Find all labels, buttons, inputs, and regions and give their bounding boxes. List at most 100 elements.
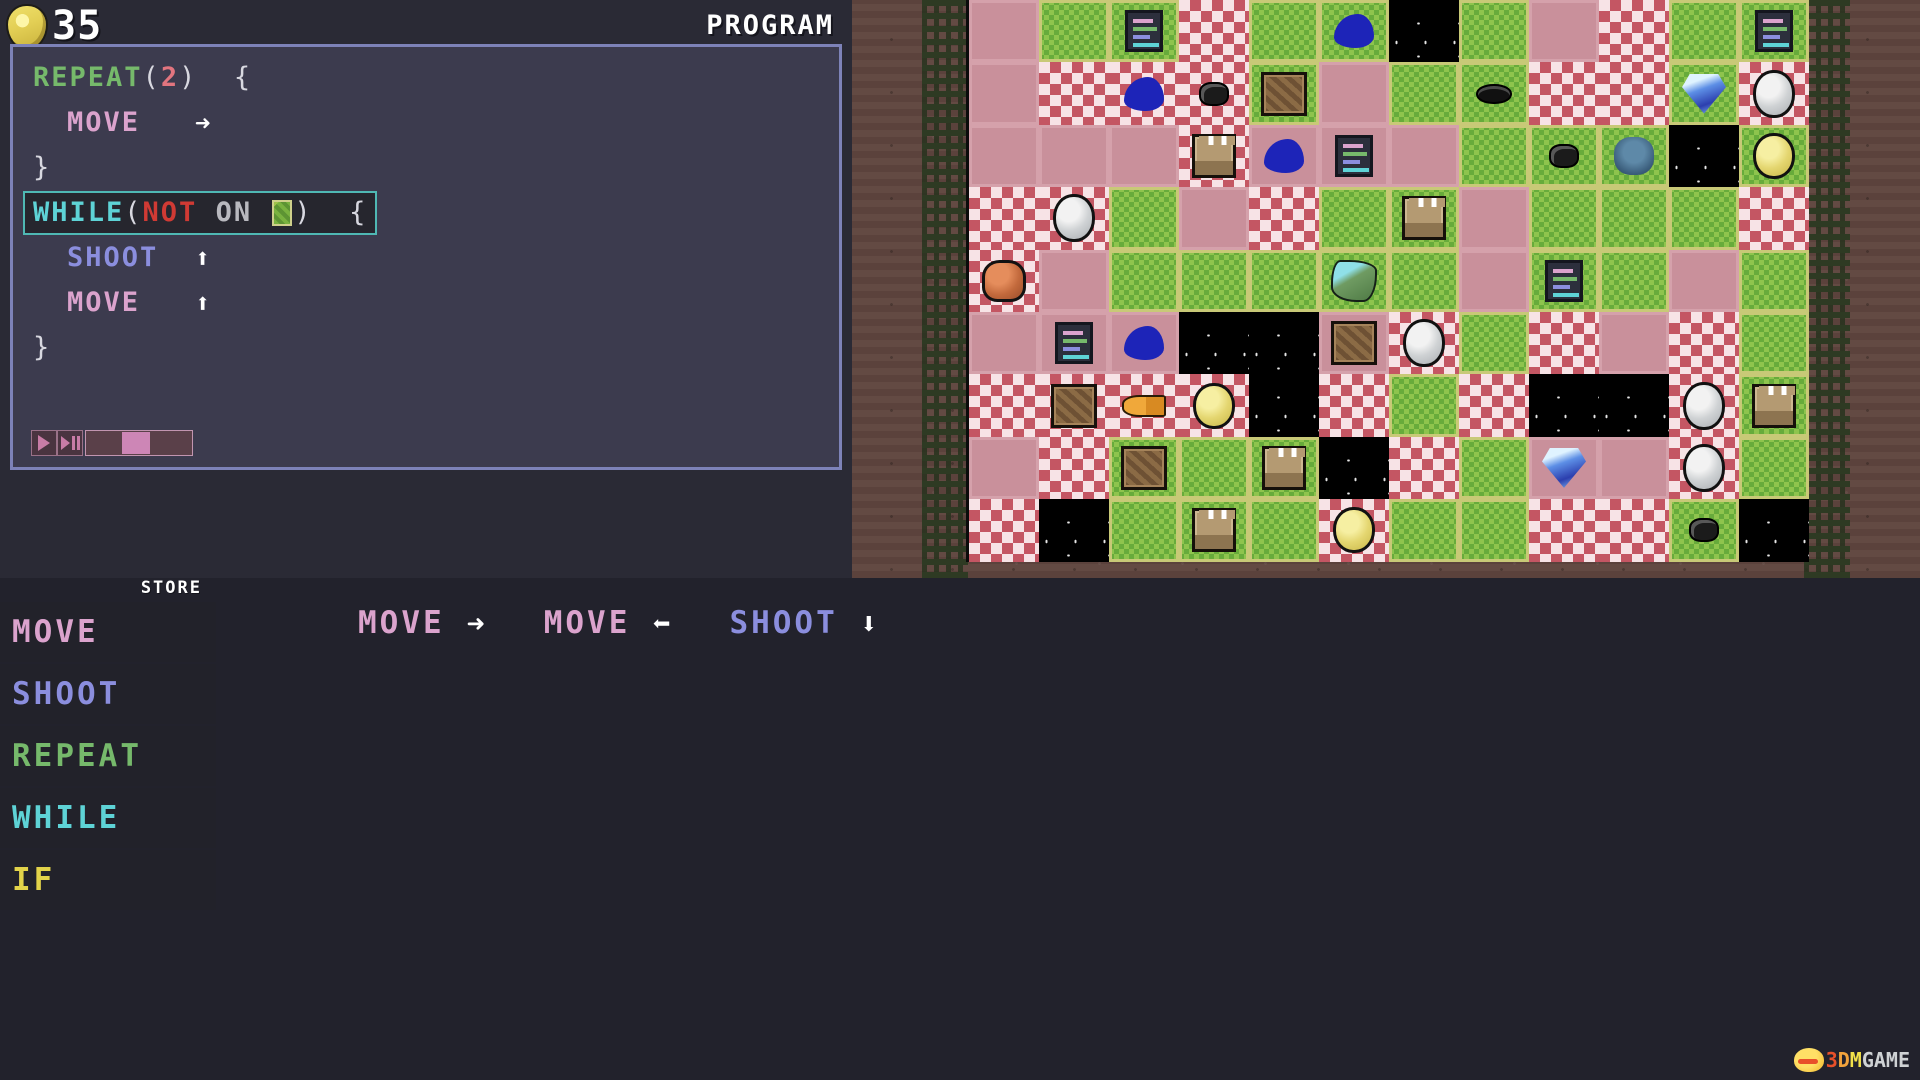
board-cell-checker-tile[interactable] — [969, 374, 1039, 437]
board-cell-grass-tile[interactable] — [1739, 374, 1809, 437]
board-cell-checker-tile[interactable] — [1599, 0, 1669, 63]
store-item-repeat[interactable]: REPEAT — [0, 726, 216, 786]
board-cell-space-tile[interactable] — [1529, 374, 1599, 438]
board-cell-plain-tile[interactable] — [969, 311, 1039, 375]
board-cell-plain-tile[interactable] — [969, 436, 1039, 500]
board-cell-plain-tile[interactable] — [1109, 311, 1179, 375]
board-cell-plain-tile[interactable] — [1389, 124, 1459, 188]
board-cell-grass-tile[interactable] — [1529, 124, 1599, 188]
board-cell-grass-tile[interactable] — [1599, 187, 1669, 250]
board-cell-grass-tile[interactable] — [1389, 249, 1459, 312]
board-cell-checker-tile[interactable] — [1319, 499, 1389, 562]
store-item-if[interactable]: IF — [0, 850, 216, 910]
code-line[interactable]: WHILE(NOT ON ) { — [19, 190, 833, 235]
board-cell-checker-tile[interactable] — [1529, 62, 1599, 125]
play-button[interactable] — [31, 430, 57, 456]
board-cell-grass-tile[interactable] — [1599, 249, 1669, 312]
board-cell-grass-tile[interactable] — [1249, 436, 1319, 500]
board-cell-checker-tile[interactable] — [1669, 374, 1739, 437]
board-cell-checker-tile[interactable] — [969, 187, 1039, 250]
board-cell-plain-tile[interactable] — [969, 124, 1039, 188]
board-cell-checker-tile[interactable] — [1039, 374, 1109, 437]
board-cell-plain-tile[interactable] — [1039, 311, 1109, 375]
board-cell-grass-tile[interactable] — [1179, 499, 1249, 562]
board-cell-plain-tile[interactable] — [1109, 124, 1179, 188]
board-cell-checker-tile[interactable] — [1669, 311, 1739, 375]
board-cell-grass-tile[interactable] — [1389, 62, 1459, 125]
board-cell-plain-tile[interactable] — [969, 0, 1039, 63]
board-cell-grass-tile[interactable] — [1039, 0, 1109, 63]
board-cell-grass-tile[interactable] — [1319, 187, 1389, 250]
board-cell-grass-tile[interactable] — [1529, 249, 1599, 312]
board-cell-grass-tile[interactable] — [1109, 249, 1179, 312]
board-cell-grass-tile[interactable] — [1109, 499, 1179, 562]
board-cell-grass-tile[interactable] — [1109, 0, 1179, 63]
board-cell-plain-tile[interactable] — [1599, 436, 1669, 500]
speed-slider-knob[interactable] — [122, 432, 150, 454]
code-line[interactable]: } — [19, 145, 833, 190]
code-line[interactable]: SHOOT ⬆ — [19, 235, 833, 280]
board-cell-checker-tile[interactable] — [1109, 62, 1179, 125]
store-item-move[interactable]: MOVE — [0, 602, 216, 662]
board-cell-checker-tile[interactable] — [1739, 187, 1809, 250]
step-button[interactable] — [57, 430, 83, 456]
board-cell-plain-tile[interactable] — [1319, 124, 1389, 188]
board-cell-plain-tile[interactable] — [1599, 311, 1669, 375]
board-cell-grass-tile[interactable] — [1669, 499, 1739, 562]
board-cell-checker-tile[interactable] — [1459, 374, 1529, 437]
board-cell-checker-tile[interactable] — [1319, 374, 1389, 437]
board-cell-grass-tile[interactable] — [1669, 0, 1739, 63]
board-cell-space-tile[interactable] — [1669, 124, 1739, 188]
board-cell-grass-tile[interactable] — [1389, 187, 1459, 250]
board-cell-grass-tile[interactable] — [1739, 0, 1809, 63]
board-cell-grass-tile[interactable] — [1109, 436, 1179, 500]
speed-slider[interactable] — [85, 430, 193, 456]
board-cell-grass-tile[interactable] — [1739, 124, 1809, 188]
board-cell-grass-tile[interactable] — [1459, 436, 1529, 500]
board-cell-space-tile[interactable] — [1389, 0, 1459, 63]
board-cell-plain-tile[interactable] — [1319, 311, 1389, 375]
board-cell-checker-tile[interactable] — [1529, 311, 1599, 375]
board-cell-grass-tile[interactable] — [1389, 374, 1459, 437]
code-line[interactable]: } — [19, 325, 833, 370]
board-cell-grass-tile[interactable] — [1739, 436, 1809, 500]
board-cell-space-tile[interactable] — [1179, 311, 1249, 375]
board-cell-checker-tile[interactable] — [1599, 499, 1669, 562]
board-cell-checker-tile[interactable] — [1179, 374, 1249, 437]
board-cell-grass-tile[interactable] — [1529, 187, 1599, 250]
tray-command-move-left[interactable]: MOVE ⬅ — [544, 605, 674, 642]
board-cell-grass-tile[interactable] — [1459, 62, 1529, 125]
board-cell-grass-tile[interactable] — [1249, 0, 1319, 63]
board-cell-grass-tile[interactable] — [1319, 249, 1389, 312]
board-cell-plain-tile[interactable] — [1459, 249, 1529, 312]
board-cell-plain-tile[interactable] — [1319, 62, 1389, 125]
board-cell-grass-tile[interactable] — [1249, 249, 1319, 312]
game-board[interactable] — [966, 0, 1809, 562]
board-cell-plain-tile[interactable] — [969, 62, 1039, 125]
tray-command-move-right[interactable]: MOVE ➜ — [358, 605, 488, 642]
board-cell-grass-tile[interactable] — [1249, 499, 1319, 562]
board-cell-grass-tile[interactable] — [1669, 187, 1739, 250]
board-cell-checker-tile[interactable] — [1529, 499, 1599, 562]
board-cell-grass-tile[interactable] — [1179, 249, 1249, 312]
board-cell-checker-tile[interactable] — [1179, 62, 1249, 125]
board-cell-checker-tile[interactable] — [1039, 62, 1109, 125]
board-cell-checker-tile[interactable] — [1739, 62, 1809, 125]
board-cell-grass-tile[interactable] — [1669, 62, 1739, 125]
board-cell-checker-tile[interactable] — [969, 499, 1039, 562]
board-cell-checker-tile[interactable] — [969, 249, 1039, 312]
board-cell-space-tile[interactable] — [1039, 499, 1109, 562]
board-cell-grass-tile[interactable] — [1179, 436, 1249, 500]
board-cell-grass-tile[interactable] — [1599, 124, 1669, 188]
board-cell-checker-tile[interactable] — [1389, 311, 1459, 375]
store-item-while[interactable]: WHILE — [0, 788, 216, 848]
board-cell-grass-tile[interactable] — [1459, 499, 1529, 562]
board-cell-space-tile[interactable] — [1249, 374, 1319, 438]
board-cell-checker-tile[interactable] — [1179, 124, 1249, 188]
code-line[interactable]: MOVE ➜ — [19, 100, 833, 145]
board-cell-checker-tile[interactable] — [1669, 436, 1739, 500]
tray-command-shoot-down[interactable]: SHOOT ⬇ — [729, 605, 880, 642]
board-cell-checker-tile[interactable] — [1109, 374, 1179, 437]
program-editor[interactable]: REPEAT(2) {MOVE ➜} WHILE(NOT ON ) {SHOOT … — [10, 44, 842, 470]
board-cell-grass-tile[interactable] — [1459, 0, 1529, 63]
